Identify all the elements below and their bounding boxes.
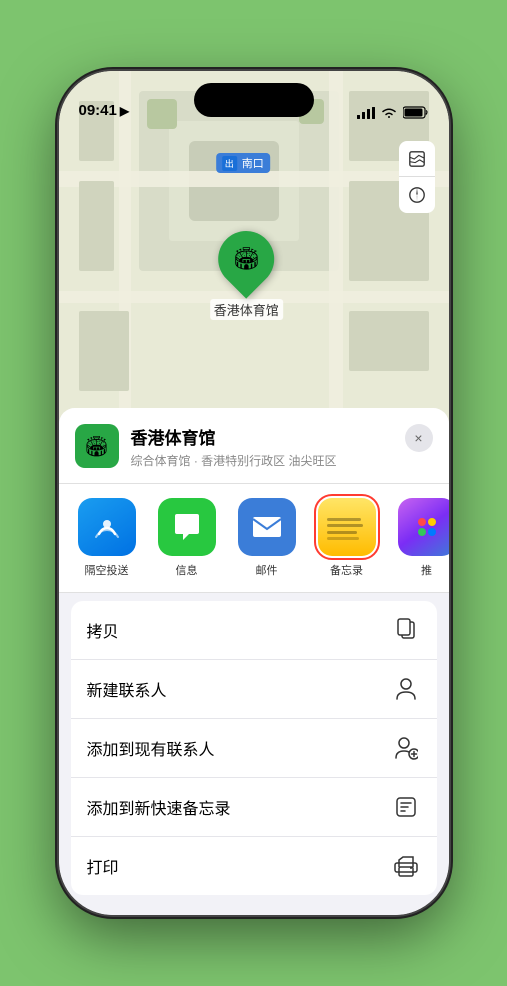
wifi-icon <box>381 107 397 119</box>
notes-line-1 <box>327 518 361 521</box>
action-add-contact-label: 添加到现有联系人 <box>87 736 215 760</box>
location-tag-text: 南口 <box>242 155 264 171</box>
dynamic-island <box>194 83 314 117</box>
notes-label: 备忘录 <box>330 562 363 578</box>
map-controls <box>399 141 435 213</box>
messages-svg <box>171 512 203 542</box>
stadium-icon: 🏟 <box>232 246 260 272</box>
action-copy[interactable]: 拷贝 <box>71 601 437 660</box>
bottom-sheet: 🏟 香港体育馆 综合体育馆 · 香港特别行政区 油尖旺区 × <box>59 408 449 915</box>
location-button[interactable] <box>399 177 435 213</box>
airdrop-label: 隔空投送 <box>85 562 129 578</box>
mail-label: 邮件 <box>256 562 278 578</box>
printer-icon <box>391 851 421 881</box>
venue-description: 综合体育馆 · 香港特别行政区 油尖旺区 <box>131 452 393 469</box>
mail-svg <box>251 513 283 541</box>
share-item-airdrop[interactable]: 隔空投送 <box>71 498 143 578</box>
airdrop-icon <box>78 498 136 556</box>
action-copy-label: 拷贝 <box>87 618 119 642</box>
notes-line-3 <box>327 531 357 534</box>
map-location-tag: 出 南口 <box>216 153 270 173</box>
messages-label: 信息 <box>176 562 198 578</box>
person-icon <box>391 674 421 704</box>
mail-icon <box>238 498 296 556</box>
printer-svg <box>394 855 418 877</box>
share-item-mail[interactable]: 邮件 <box>231 498 303 578</box>
pin-icon-bg: 🏟 <box>207 219 286 298</box>
messages-icon <box>158 498 216 556</box>
notes-line-2 <box>327 524 363 527</box>
notes-icon <box>318 498 376 556</box>
share-item-messages[interactable]: 信息 <box>151 498 223 578</box>
phone-frame: 09:41 ▶ <box>59 71 449 915</box>
battery-icon <box>403 106 429 119</box>
share-row: 隔空投送 信息 <box>59 484 449 593</box>
person-svg <box>395 677 417 701</box>
location-arrow-icon: ▶ <box>120 104 129 118</box>
action-add-contact[interactable]: 添加到现有联系人 <box>71 719 437 778</box>
time-text: 09:41 <box>79 102 117 119</box>
notes-line-4 <box>327 537 359 540</box>
close-button[interactable]: × <box>405 424 433 452</box>
phone-screen: 09:41 ▶ <box>59 71 449 915</box>
venue-info: 香港体育馆 综合体育馆 · 香港特别行政区 油尖旺区 <box>131 424 393 469</box>
action-list: 拷贝 新建联系人 <box>71 601 437 895</box>
map-type-icon <box>408 150 426 168</box>
note-icon <box>391 792 421 822</box>
person-add-svg <box>394 736 418 760</box>
notes-lines <box>318 508 376 547</box>
share-item-notes[interactable]: 备忘录 <box>311 498 383 578</box>
share-item-more[interactable]: 推 <box>391 498 449 578</box>
note-svg <box>395 796 417 818</box>
compass-icon <box>408 186 426 204</box>
more-dots <box>418 518 436 536</box>
location-pin: 🏟 香港体育馆 <box>210 231 283 320</box>
venue-logo: 🏟 <box>75 424 119 468</box>
person-add-icon <box>391 733 421 763</box>
more-icon <box>398 498 449 556</box>
venue-name: 香港体育馆 <box>131 424 393 449</box>
action-quick-note[interactable]: 添加到新快速备忘录 <box>71 778 437 837</box>
status-time: 09:41 ▶ <box>79 102 130 119</box>
action-print-label: 打印 <box>87 854 119 878</box>
signal-icon <box>357 107 375 119</box>
action-print[interactable]: 打印 <box>71 837 437 895</box>
close-icon: × <box>414 430 422 446</box>
action-quick-note-label: 添加到新快速备忘录 <box>87 795 231 819</box>
action-new-contact[interactable]: 新建联系人 <box>71 660 437 719</box>
venue-header: 🏟 香港体育馆 综合体育馆 · 香港特别行政区 油尖旺区 × <box>59 408 449 484</box>
pin-label: 香港体育馆 <box>210 299 283 320</box>
copy-icon <box>391 615 421 645</box>
venue-logo-icon: 🏟 <box>84 434 109 459</box>
copy-svg <box>395 618 417 642</box>
more-label: 推 <box>421 562 432 578</box>
action-new-contact-label: 新建联系人 <box>87 677 167 701</box>
status-icons <box>357 106 429 119</box>
map-type-button[interactable] <box>399 141 435 177</box>
airdrop-svg <box>92 512 122 542</box>
